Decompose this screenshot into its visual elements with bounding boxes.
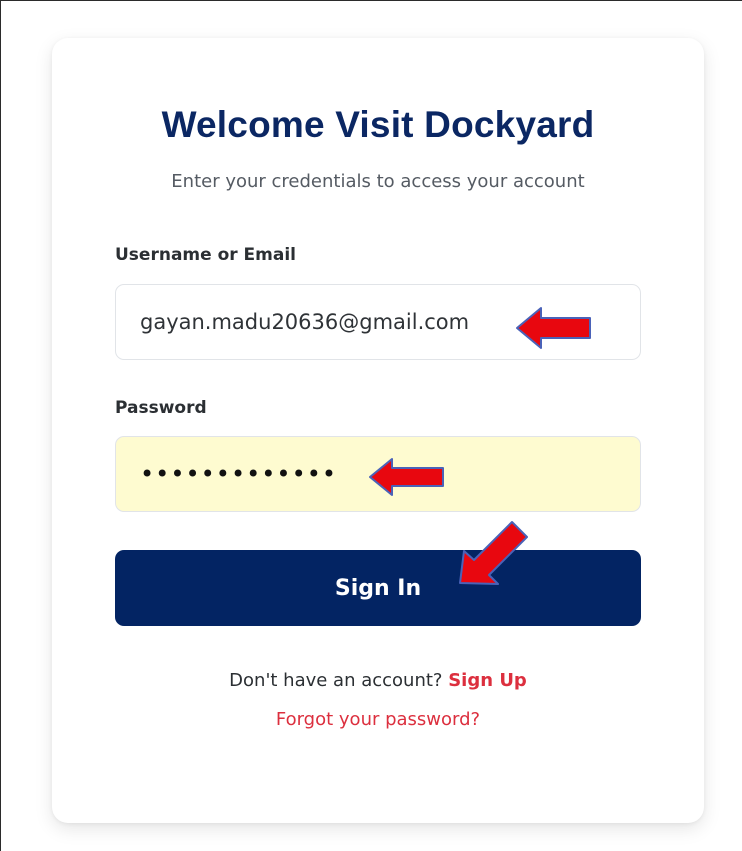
login-card: Welcome Visit Dockyard Enter your creden…	[52, 38, 704, 823]
username-value: gayan.madu20636@gmail.com	[140, 310, 470, 334]
sign-up-link[interactable]: Sign Up	[448, 670, 527, 691]
username-label: Username or Email	[115, 245, 297, 265]
red-arrow-icon	[516, 307, 591, 349]
password-masked-value: •••••••••••••	[140, 460, 338, 488]
no-account-text: Don't have an account?	[229, 670, 443, 691]
page-subtitle: Enter your credentials to access your ac…	[171, 171, 585, 192]
signup-prompt: Don't have an account? Sign Up	[52, 670, 704, 691]
screenshot-frame: Welcome Visit Dockyard Enter your creden…	[0, 0, 742, 851]
page-title: Welcome Visit Dockyard	[161, 104, 595, 145]
red-arrow-icon	[369, 458, 444, 496]
password-label: Password	[115, 398, 207, 418]
sign-in-button[interactable]: Sign In	[115, 550, 641, 626]
red-arrow-icon	[459, 521, 528, 585]
forgot-password-link[interactable]: Forgot your password?	[52, 709, 704, 730]
